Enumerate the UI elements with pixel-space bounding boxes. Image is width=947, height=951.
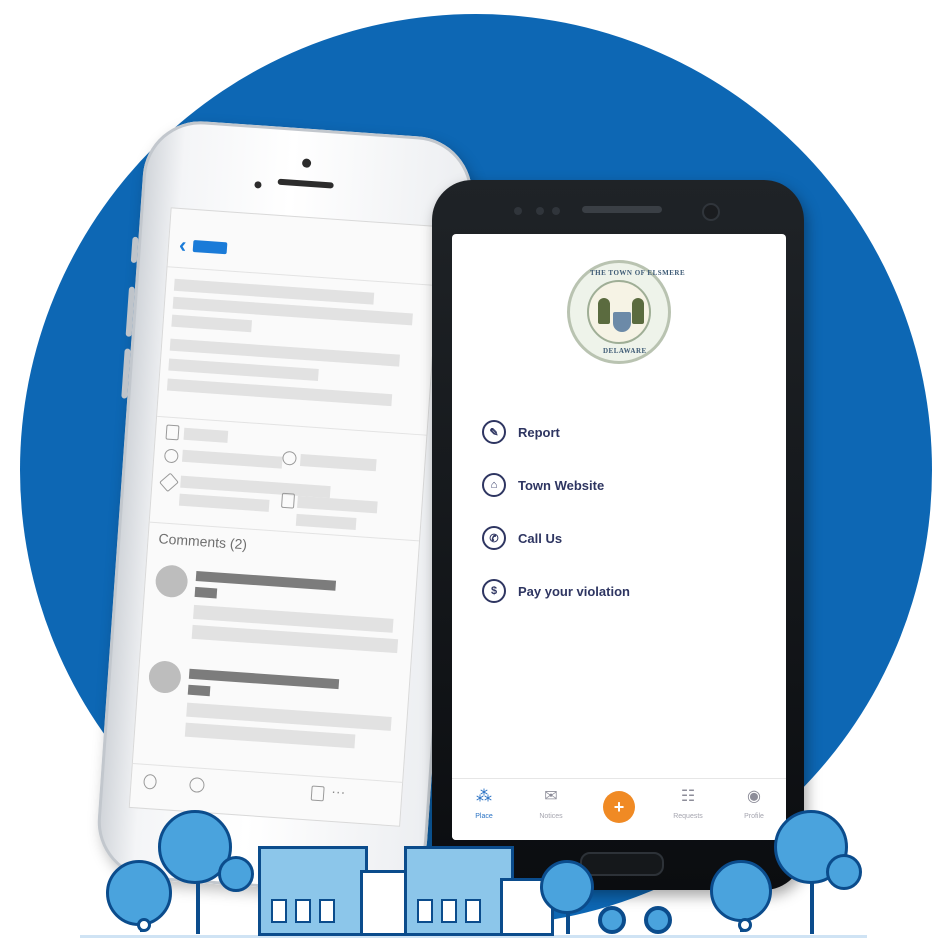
building-icon: ⌂ xyxy=(482,473,506,497)
footer-divider xyxy=(132,763,403,783)
menu-item-call-us[interactable]: ✆ Call Us xyxy=(482,526,562,550)
iphone-screen: ‹ Comments (2) ··· xyxy=(128,207,443,827)
tree-icon xyxy=(540,860,594,914)
comment-date-placeholder xyxy=(187,684,211,697)
dollar-icon: $ xyxy=(482,579,506,603)
menu-item-report[interactable]: ✎ Report xyxy=(482,420,560,444)
meta-placeholder xyxy=(299,453,377,472)
window-icon xyxy=(295,899,311,923)
window-icon xyxy=(417,899,433,923)
townhouse-icon xyxy=(404,846,514,936)
android-front-camera xyxy=(702,203,720,221)
window-icon xyxy=(319,899,335,923)
meta-placeholder xyxy=(183,427,229,443)
clipboard-icon xyxy=(281,492,296,509)
tag-icon xyxy=(159,472,179,493)
menu-item-town-website[interactable]: ⌂ Town Website xyxy=(482,473,604,497)
comments-heading: Comments (2) xyxy=(158,530,248,553)
tree-icon xyxy=(826,854,862,890)
seal-top-text: THE TOWN OF ELSMERE xyxy=(590,269,686,277)
android-sensor xyxy=(514,207,522,215)
camera-icon[interactable] xyxy=(143,773,158,790)
seal-figure-right xyxy=(632,298,644,324)
back-chevron-icon[interactable]: ‹ xyxy=(178,232,187,257)
meta-placeholder xyxy=(178,493,270,512)
seal-figure-left xyxy=(598,298,610,324)
more-icon[interactable]: ··· xyxy=(331,783,346,800)
user-icon xyxy=(163,448,179,464)
title-placeholder xyxy=(171,314,253,333)
menu-item-label: Report xyxy=(518,424,560,440)
menu-item-label: Town Website xyxy=(518,477,605,493)
town-seal-logo: THE TOWN OF ELSMERE DELAWARE xyxy=(567,260,685,364)
iphone-device: ‹ Comments (2) ··· xyxy=(93,117,477,899)
android-screen: THE TOWN OF ELSMERE DELAWARE ✎ Report ⌂ … xyxy=(452,234,786,840)
town-illustration xyxy=(0,800,947,951)
edit-icon: ✎ xyxy=(482,420,506,444)
comment-author-placeholder xyxy=(188,668,340,690)
description-placeholder xyxy=(168,358,319,381)
townhouse-icon xyxy=(258,846,368,936)
meta-placeholder xyxy=(297,495,378,514)
avatar xyxy=(147,659,182,695)
meta-placeholder xyxy=(181,449,283,469)
android-sensor xyxy=(552,207,560,215)
android-device: THE TOWN OF ELSMERE DELAWARE ✎ Report ⌂ … xyxy=(432,180,804,890)
phone-icon: ✆ xyxy=(482,526,506,550)
location-pin-icon xyxy=(738,918,752,932)
bicycle-icon xyxy=(644,906,672,934)
window-icon xyxy=(271,899,287,923)
tree-icon xyxy=(710,860,772,922)
android-sensor xyxy=(536,207,544,215)
description-placeholder xyxy=(166,378,393,407)
document-icon xyxy=(165,424,180,441)
menu-item-pay-violation[interactable]: $ Pay your violation xyxy=(482,579,630,603)
bicycle-icon xyxy=(598,906,626,934)
meta-placeholder xyxy=(295,513,357,530)
menu-item-label: Pay your violation xyxy=(518,583,630,599)
seal-inner xyxy=(587,280,651,344)
tree-icon xyxy=(106,860,172,926)
seal-bottom-text: DELAWARE xyxy=(603,347,647,355)
comment-icon[interactable] xyxy=(188,777,205,794)
window-icon xyxy=(465,899,481,923)
window-icon xyxy=(441,899,457,923)
android-earpiece xyxy=(582,206,662,213)
clock-icon xyxy=(282,450,297,466)
avatar xyxy=(154,564,189,599)
menu-item-label: Call Us xyxy=(518,530,563,546)
comment-date-placeholder xyxy=(194,586,218,599)
seal-shield xyxy=(613,312,631,332)
location-pin-icon xyxy=(137,918,151,932)
back-label-placeholder[interactable] xyxy=(192,239,228,255)
tree-icon xyxy=(218,856,254,892)
